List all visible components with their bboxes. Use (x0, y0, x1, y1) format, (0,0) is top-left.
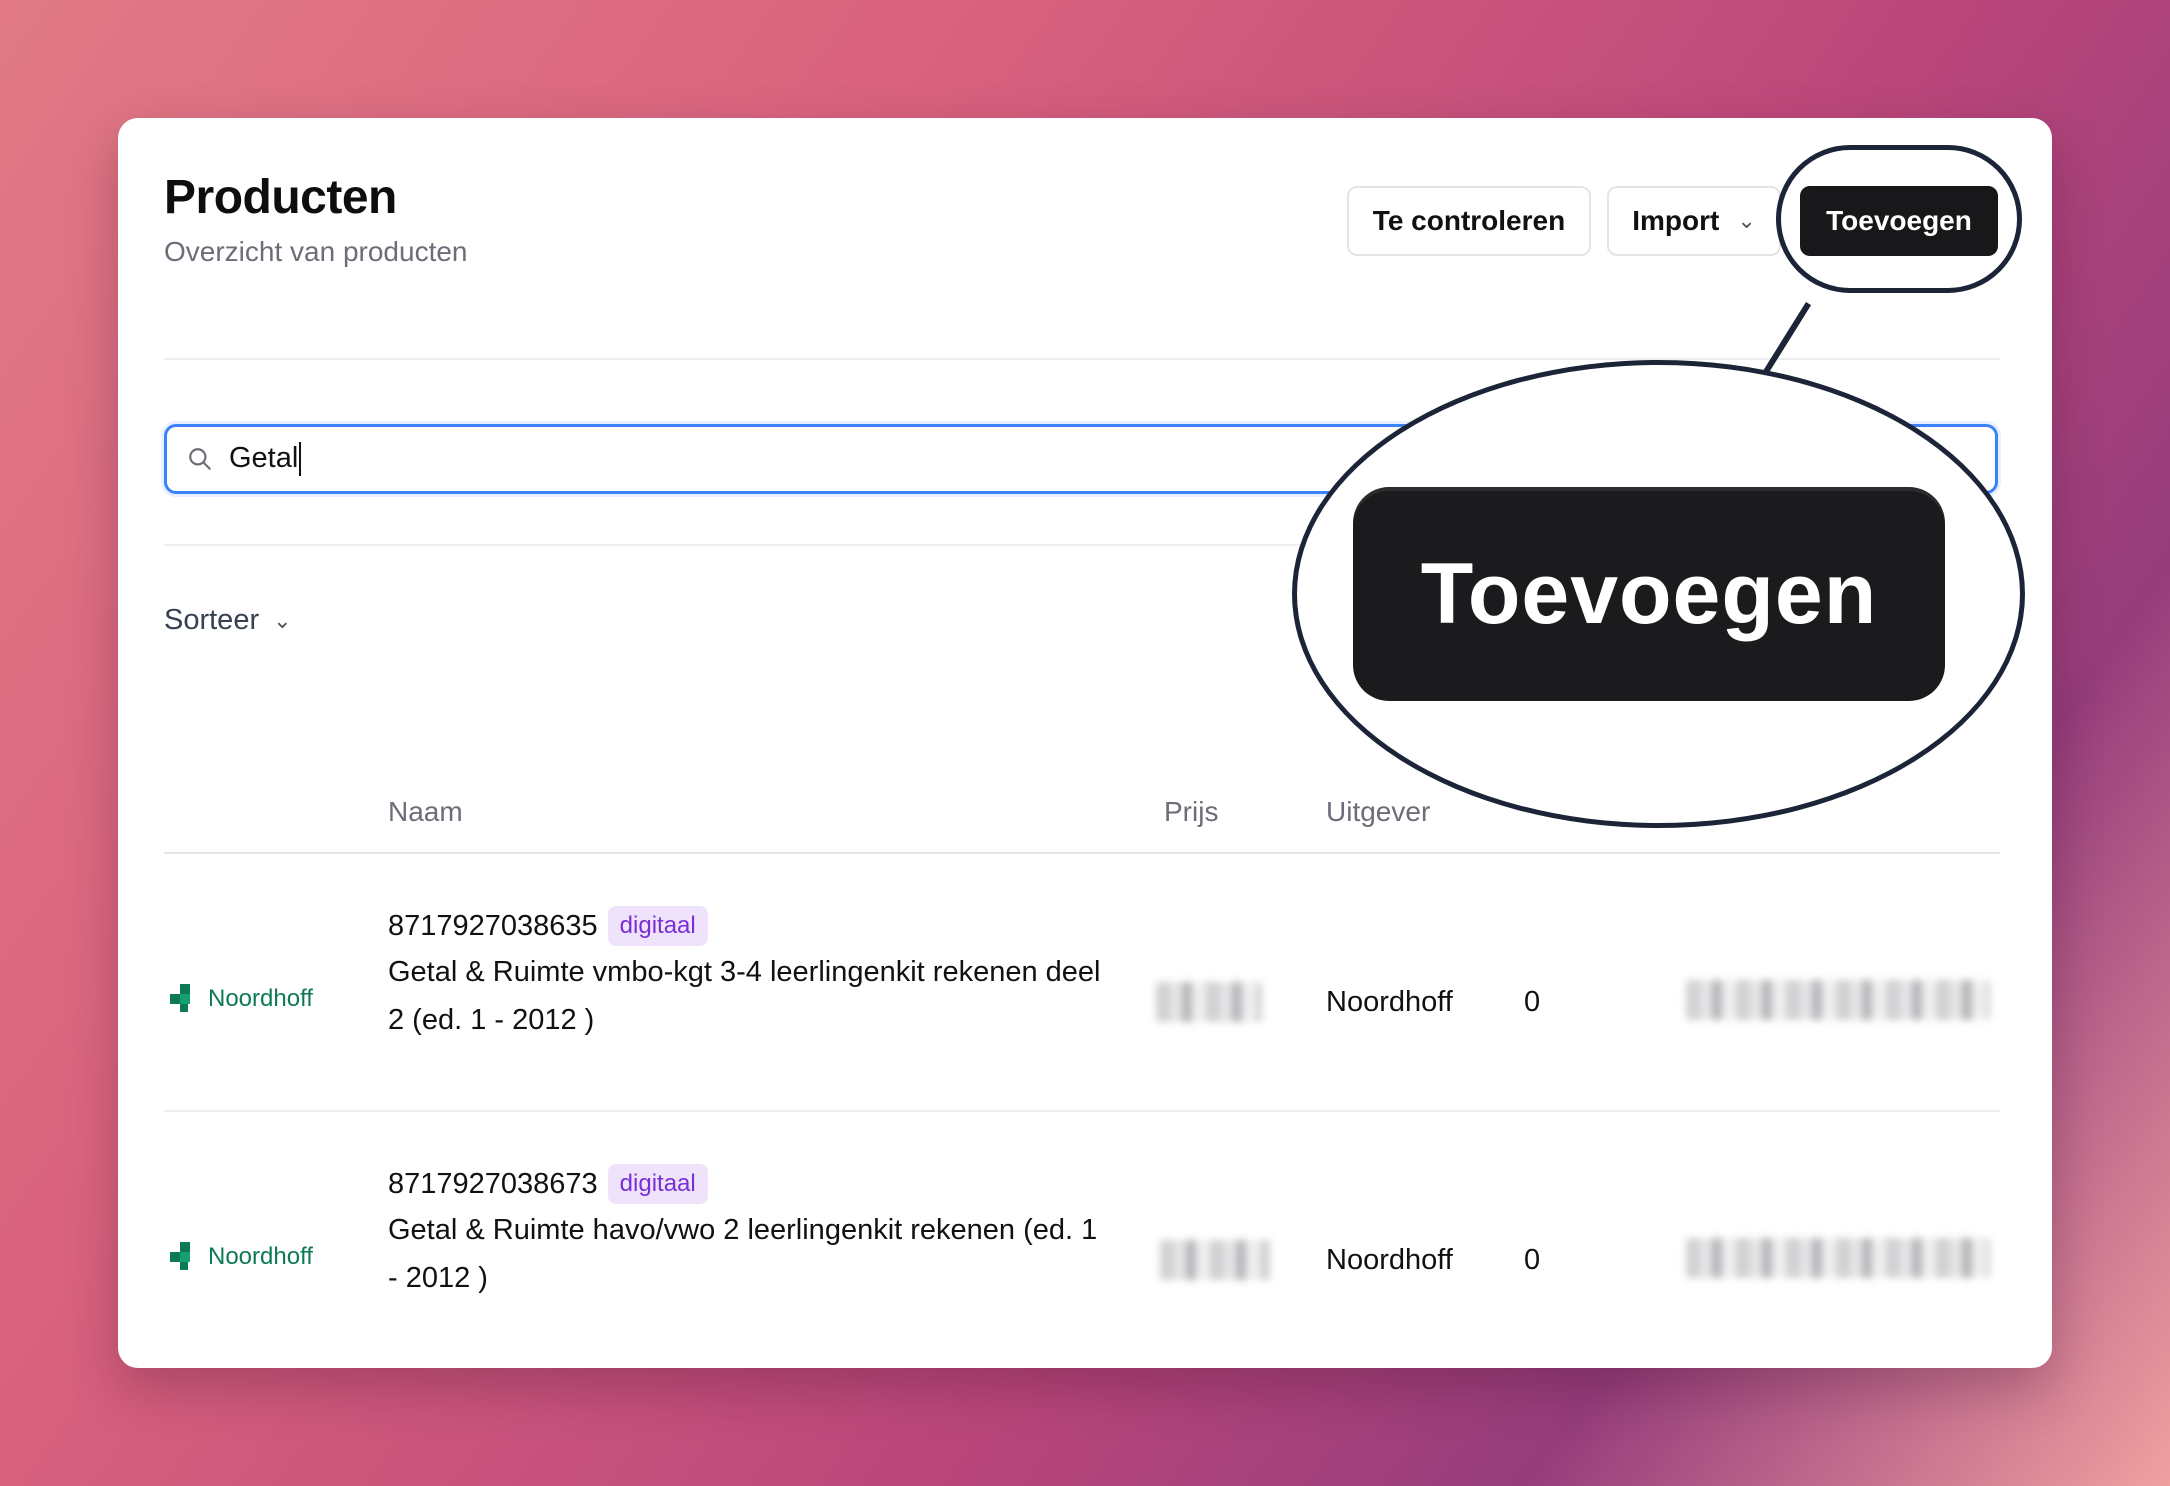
table-row[interactable]: Noordhoff 8717927038673 digitaal Getal &… (118, 1112, 2052, 1368)
publisher-logo: Noordhoff (170, 1242, 313, 1272)
product-ean: 8717927038673 (388, 1167, 598, 1200)
product-ean: 8717927038635 (388, 909, 598, 942)
count-cell: 0 (1524, 986, 1541, 1018)
search-value: Getal (229, 441, 299, 474)
product-name[interactable]: Getal & Ruimte vmbo-kgt 3-4 leerlingenki… (388, 948, 1108, 1044)
column-header-naam[interactable]: Naam (388, 796, 463, 828)
zoom-magnifier: Toevoegen (1292, 360, 2025, 828)
publisher-logo-text: Noordhoff (208, 1243, 313, 1270)
price-redacted (1156, 982, 1262, 1022)
column-header-uitgever[interactable]: Uitgever (1326, 796, 1430, 828)
redacted-value (1686, 980, 1990, 1020)
redacted-value (1686, 1238, 1990, 1278)
column-header-prijs[interactable]: Prijs (1164, 796, 1218, 828)
chevron-down-icon: ⌄ (1737, 208, 1756, 233)
text-caret (299, 442, 302, 477)
review-button-label: Te controleren (1372, 205, 1566, 236)
sort-dropdown[interactable]: Sorteer ⌄ (164, 604, 292, 637)
product-cell: 8717927038635 digitaal Getal & Ruimte vm… (388, 906, 1108, 1044)
page-subtitle: Overzicht van producten (164, 236, 468, 267)
header-divider (164, 358, 2000, 360)
noordhoff-logo-icon (170, 984, 190, 1012)
sort-label: Sorteer (164, 604, 260, 636)
zoomed-add-label: Toevoegen (1420, 545, 1878, 642)
count-cell: 0 (1524, 1244, 1541, 1276)
import-button[interactable]: Import ⌄ (1607, 186, 1781, 256)
price-redacted (1160, 1240, 1270, 1280)
digital-badge: digitaal (607, 1164, 708, 1204)
callout-ring (1776, 145, 2022, 293)
table-row[interactable]: Noordhoff 8717927038635 digitaal Getal &… (118, 854, 2052, 1110)
page-title: Producten (164, 171, 397, 224)
publisher-logo: Noordhoff (170, 984, 313, 1014)
digital-badge: digitaal (607, 906, 708, 946)
review-button[interactable]: Te controleren (1347, 186, 1591, 256)
search-icon (189, 448, 211, 470)
publisher-cell: Noordhoff (1326, 986, 1453, 1018)
zoomed-add-button: Toevoegen (1353, 487, 1945, 701)
chevron-down-icon: ⌄ (273, 607, 292, 633)
product-name[interactable]: Getal & Ruimte havo/vwo 2 leerlingenkit … (388, 1206, 1108, 1302)
publisher-logo-text: Noordhoff (208, 985, 313, 1012)
publisher-cell: Noordhoff (1326, 1244, 1453, 1276)
noordhoff-logo-icon (170, 1242, 190, 1270)
import-button-label: Import (1632, 205, 1720, 236)
product-cell: 8717927038673 digitaal Getal & Ruimte ha… (388, 1164, 1108, 1302)
